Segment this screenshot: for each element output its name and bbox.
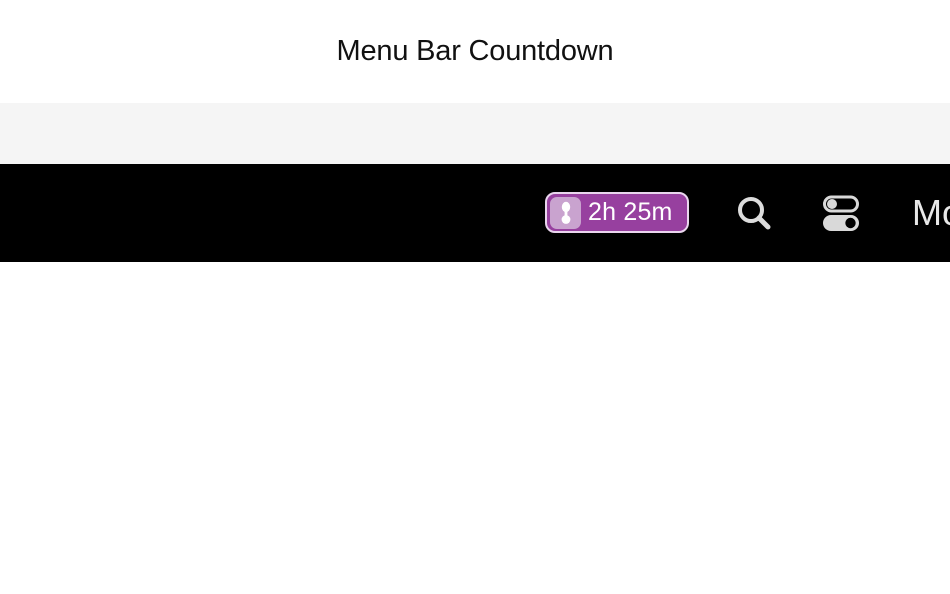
menu-bar: 2h 25m Mo [0,164,950,262]
header-band [0,103,950,164]
countdown-time: 2h 25m [588,198,673,226]
menu-item-partial[interactable]: Mo [912,192,950,234]
countdown-menu-item[interactable]: 2h 25m [545,192,689,233]
hourglass-icon [550,196,581,229]
search-icon[interactable] [735,194,773,232]
page-title: Menu Bar Countdown [336,35,614,67]
control-center-icon[interactable] [822,194,860,232]
